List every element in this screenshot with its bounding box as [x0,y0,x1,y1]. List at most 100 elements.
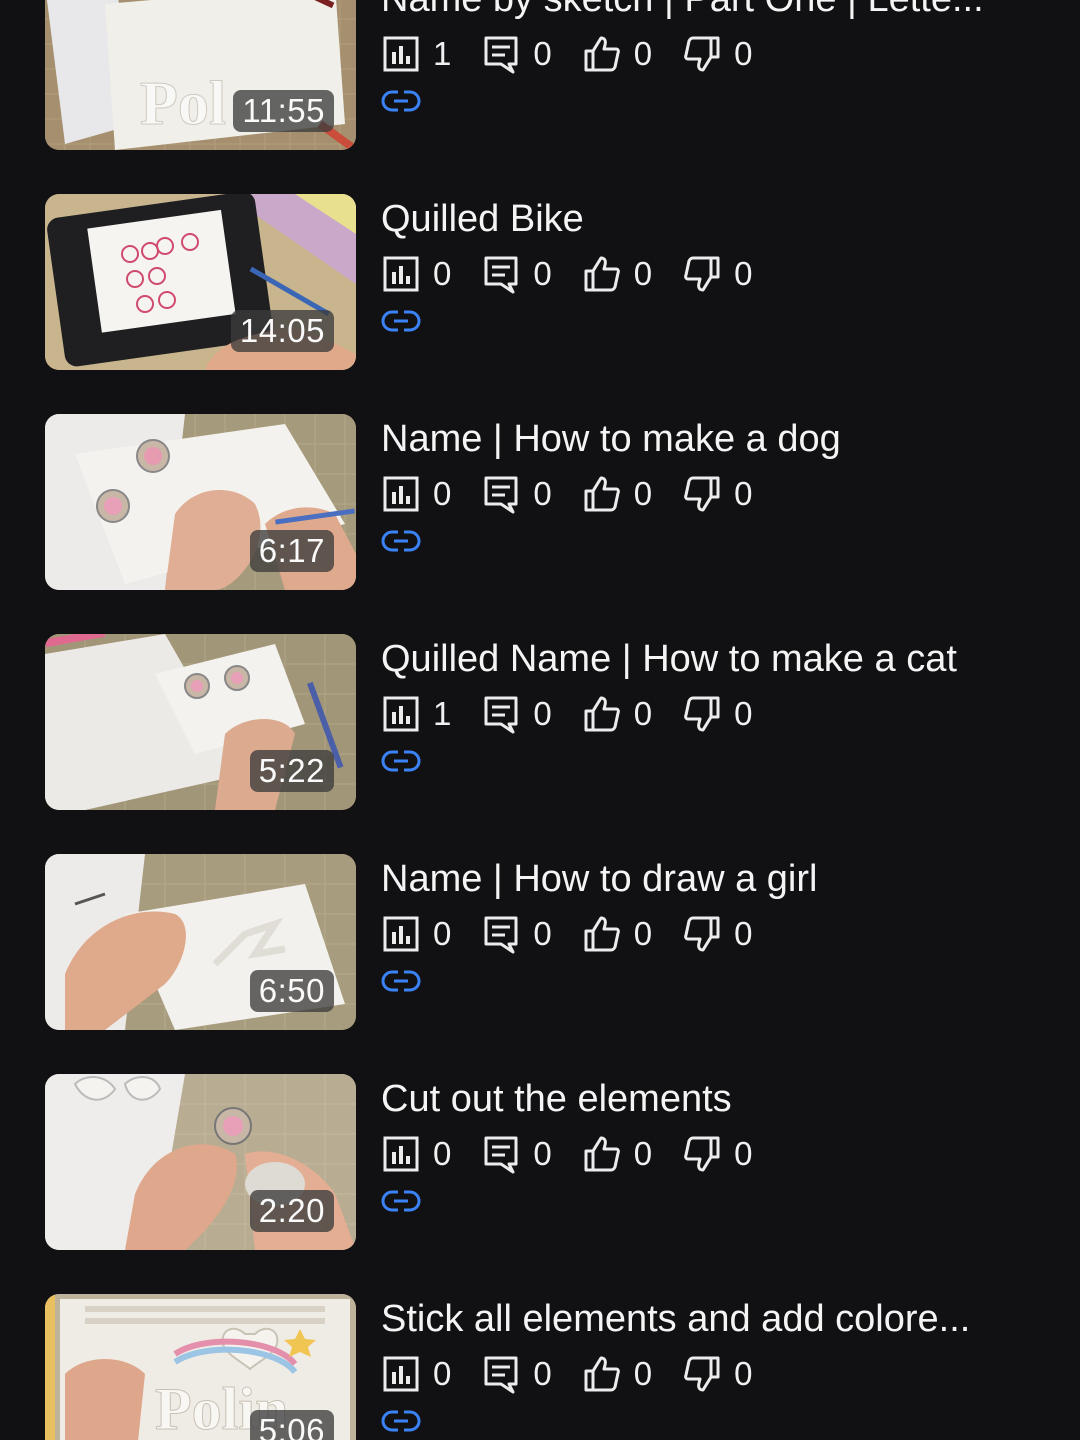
comment-icon [481,694,521,734]
views-count: 1 [433,695,452,732]
views-count: 0 [433,255,452,292]
video-stats: 0 0 0 0 [381,1132,782,1176]
video-row[interactable]: 14:05 Quilled Bike 0 0 0 0 [0,194,1080,370]
thumbs-down-icon[interactable] [682,474,722,514]
video-row[interactable]: 5:22 Quilled Name | How to make a cat 1 … [0,634,1080,810]
comments-stat: 0 [481,254,552,294]
thumbs-down-icon[interactable] [682,694,722,734]
comment-icon [481,914,521,954]
likes-stat[interactable]: 0 [582,914,652,954]
dislikes-count: 0 [734,695,753,732]
duration-badge: 6:17 [249,530,334,572]
thumbs-up-icon[interactable] [582,34,622,74]
duration-badge: 6:50 [249,970,334,1012]
comment-icon [481,1354,521,1394]
dislikes-count: 0 [734,255,753,292]
copy-link-button[interactable] [381,1408,421,1434]
dislikes-stat[interactable]: 0 [682,34,752,74]
copy-link-button[interactable] [381,308,421,334]
bar-chart-icon [381,694,421,734]
dislikes-count: 0 [734,915,753,952]
video-title[interactable]: Quilled Name | How to make a cat [381,636,1041,682]
link-icon[interactable] [381,528,421,554]
link-icon[interactable] [381,308,421,334]
video-thumbnail[interactable]: Pol 11:55 [45,0,356,150]
duration-badge: 14:05 [230,310,334,352]
thumbs-up-icon[interactable] [582,1134,622,1174]
likes-stat[interactable]: 0 [582,1354,652,1394]
likes-count: 0 [633,255,653,292]
link-icon[interactable] [381,1408,421,1434]
video-row[interactable]: 2:20 Cut out the elements 0 0 0 0 [0,1074,1080,1250]
video-stats: 0 0 0 0 [381,1352,782,1396]
likes-stat[interactable]: 0 [582,694,652,734]
video-thumbnail[interactable]: 6:17 [45,414,356,590]
likes-count: 0 [633,35,653,72]
likes-count: 0 [633,475,653,512]
comments-stat: 0 [481,1354,552,1394]
bar-chart-icon [381,34,421,74]
link-icon[interactable] [381,1188,421,1214]
likes-stat[interactable]: 0 [582,34,652,74]
comment-icon [481,254,521,294]
link-icon[interactable] [381,88,421,114]
thumbs-down-icon[interactable] [682,34,722,74]
video-stats: 0 0 0 0 [381,472,782,516]
thumbs-up-icon[interactable] [582,914,622,954]
bar-chart-icon [381,1134,421,1174]
video-row[interactable]: 6:17 Name | How to make a dog 0 0 0 0 [0,414,1080,590]
thumbs-down-icon[interactable] [682,254,722,294]
views-count: 1 [433,35,452,72]
thumbs-up-icon[interactable] [582,254,622,294]
video-title[interactable]: Name by sketch | Part One | Lette... [381,0,1041,22]
duration-badge: 5:06 [249,1410,334,1440]
duration-badge: 2:20 [249,1190,334,1232]
video-thumbnail[interactable]: 6:50 [45,854,356,1030]
video-row[interactable]: Polin 5:06 Stick all elements and add co… [0,1294,1080,1440]
thumbs-down-icon[interactable] [682,1134,722,1174]
bar-chart-icon [381,914,421,954]
video-title[interactable]: Cut out the elements [381,1076,1041,1122]
dislikes-count: 0 [734,1135,753,1172]
comment-icon [481,474,521,514]
dislikes-stat[interactable]: 0 [682,474,752,514]
thumbs-up-icon[interactable] [582,694,622,734]
dislikes-stat[interactable]: 0 [682,694,752,734]
copy-link-button[interactable] [381,748,421,774]
video-title[interactable]: Name | How to make a dog [381,416,1041,462]
video-title[interactable]: Name | How to draw a girl [381,856,1041,902]
copy-link-button[interactable] [381,968,421,994]
likes-stat[interactable]: 0 [582,1134,652,1174]
video-row[interactable]: 6:50 Name | How to draw a girl 0 0 0 0 [0,854,1080,1030]
link-icon[interactable] [381,968,421,994]
likes-stat[interactable]: 0 [582,254,652,294]
video-title[interactable]: Quilled Bike [381,196,1041,242]
comments-stat: 0 [481,34,552,74]
video-thumbnail[interactable]: 2:20 [45,1074,356,1250]
comments-stat: 0 [481,474,552,514]
thumbs-up-icon[interactable] [582,1354,622,1394]
dislikes-stat[interactable]: 0 [682,254,752,294]
copy-link-button[interactable] [381,1188,421,1214]
video-list: Pol 11:55 Name by sketch | Part One | Le… [0,0,1080,1440]
copy-link-button[interactable] [381,88,421,114]
video-thumbnail[interactable]: 14:05 [45,194,356,370]
likes-stat[interactable]: 0 [582,474,652,514]
dislikes-count: 0 [734,475,753,512]
dislikes-stat[interactable]: 0 [682,1134,752,1174]
thumbs-down-icon[interactable] [682,1354,722,1394]
thumbs-up-icon[interactable] [582,474,622,514]
views-stat: 1 [381,34,451,74]
link-icon[interactable] [381,748,421,774]
video-thumbnail[interactable]: 5:22 [45,634,356,810]
views-stat: 0 [381,914,451,954]
copy-link-button[interactable] [381,528,421,554]
thumbs-down-icon[interactable] [682,914,722,954]
bar-chart-icon [381,1354,421,1394]
views-count: 0 [433,1355,452,1392]
video-thumbnail[interactable]: Polin 5:06 [45,1294,356,1440]
video-title[interactable]: Stick all elements and add colore... [381,1296,1041,1342]
dislikes-stat[interactable]: 0 [682,914,752,954]
dislikes-stat[interactable]: 0 [682,1354,752,1394]
video-row[interactable]: Pol 11:55 Name by sketch | Part One | Le… [0,0,1080,150]
